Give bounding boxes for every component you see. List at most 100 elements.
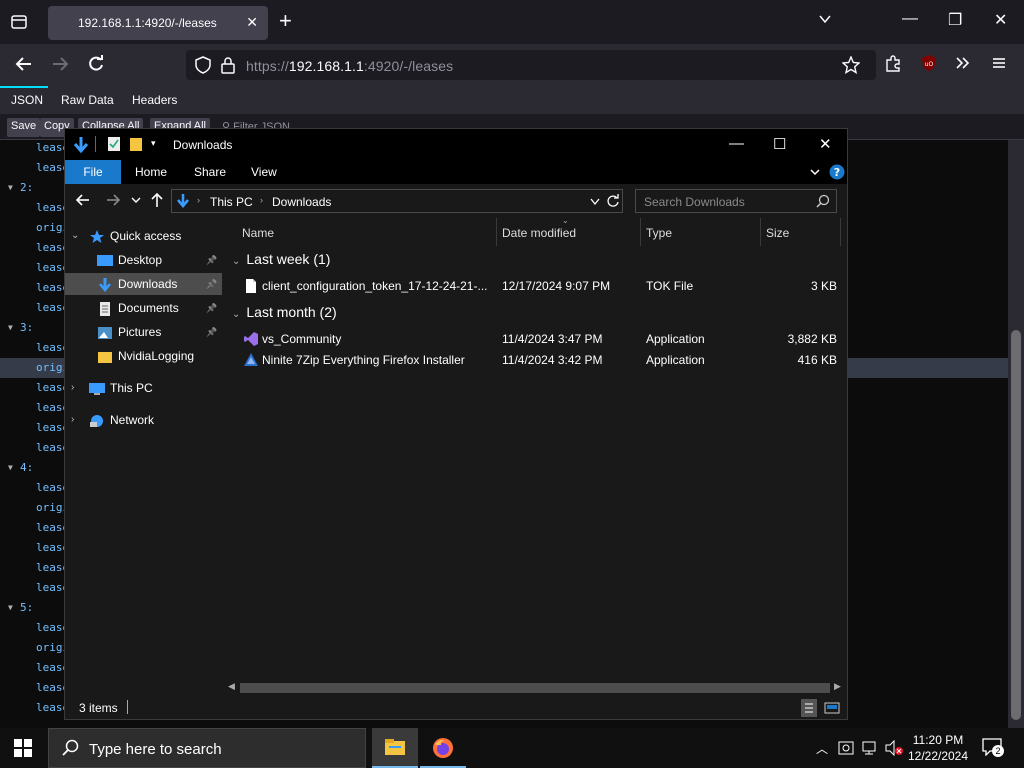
expand-toggle-icon[interactable]: ▼ xyxy=(8,598,13,618)
browser-tab[interactable]: 192.168.1.1:4920/-/leases ✕ xyxy=(48,6,268,40)
column-size[interactable]: Size xyxy=(766,226,789,240)
recent-locations-icon[interactable] xyxy=(131,195,141,205)
pictures-icon xyxy=(97,325,113,339)
close-button[interactable]: ✕ xyxy=(819,135,832,153)
address-dropdown-icon[interactable] xyxy=(590,198,600,206)
column-name[interactable]: Name xyxy=(242,226,274,240)
new-folder-icon[interactable] xyxy=(129,136,143,152)
maximize-button[interactable]: ☐ xyxy=(773,135,786,153)
tab-headers[interactable]: Headers xyxy=(132,93,177,107)
file-row[interactable]: vs_Community 11/4/2024 3:47 PM Application… xyxy=(232,329,837,349)
more-tools-button[interactable] xyxy=(952,54,974,76)
taskbar-search-box[interactable]: Type here to search xyxy=(48,728,366,768)
scrollbar-thumb[interactable] xyxy=(240,683,830,693)
nav-item-documents[interactable]: Documents 📌 xyxy=(65,297,222,319)
menu-button[interactable] xyxy=(988,54,1010,76)
column-divider[interactable] xyxy=(496,218,497,246)
back-arrow-icon[interactable] xyxy=(75,192,91,208)
expand-toggle-icon[interactable]: ▼ xyxy=(8,178,13,198)
forward-button[interactable] xyxy=(48,54,72,76)
search-downloads-input[interactable]: Search Downloads xyxy=(635,189,837,213)
file-row[interactable]: client_configuration_token_17-12-24-21-.… xyxy=(232,276,837,296)
url-bar[interactable]: https://192.168.1.1:4920/-/leases xyxy=(186,50,876,80)
chevron-down-icon[interactable]: ⌄ xyxy=(232,309,240,320)
notification-center-button[interactable]: 2 xyxy=(982,738,1006,758)
tab-json[interactable]: JSON xyxy=(11,93,43,107)
show-hidden-icons-chevron-icon[interactable]: ︿ xyxy=(816,740,828,757)
scroll-right-icon[interactable]: ▶ xyxy=(834,681,841,692)
nav-item-label: Downloads xyxy=(118,277,178,291)
large-icons-view-icon xyxy=(824,702,840,714)
reload-button[interactable] xyxy=(84,54,108,76)
column-divider[interactable] xyxy=(760,218,761,246)
help-icon[interactable]: ? xyxy=(829,164,845,180)
nav-item-network[interactable]: › Network xyxy=(65,409,222,431)
extensions-button[interactable] xyxy=(882,54,904,76)
nav-item-this-pc[interactable]: › This PC xyxy=(65,377,222,399)
list-all-tabs-button[interactable] xyxy=(818,12,832,29)
column-divider[interactable] xyxy=(840,218,841,246)
address-bar[interactable]: › This PC › Downloads xyxy=(171,189,623,213)
chevron-right-icon[interactable]: › xyxy=(71,409,74,431)
expand-ribbon-icon[interactable] xyxy=(809,166,821,178)
back-button[interactable] xyxy=(12,54,36,76)
start-button[interactable] xyxy=(14,739,32,760)
shield-icon[interactable] xyxy=(194,56,212,74)
nav-item-quick-access[interactable]: ⌄ Quick access xyxy=(65,225,222,247)
breadcrumb-chevron-icon[interactable]: › xyxy=(197,195,200,205)
breadcrumb-chevron-icon[interactable]: › xyxy=(260,195,263,205)
ribbon-tab-view[interactable]: View xyxy=(251,165,277,179)
computer-icon xyxy=(89,381,105,395)
minimize-button[interactable]: — xyxy=(729,135,744,152)
taskbar-clock[interactable]: 11:20 PM 12/22/2024 xyxy=(906,732,970,764)
expand-toggle-icon[interactable]: ▼ xyxy=(8,318,13,338)
nav-item-desktop[interactable]: Desktop 📌 xyxy=(65,249,222,271)
group-header[interactable]: ⌄ Last month (2) xyxy=(232,304,337,320)
breadcrumb-this-pc[interactable]: This PC xyxy=(210,195,253,209)
lock-icon[interactable] xyxy=(220,56,236,74)
properties-icon[interactable] xyxy=(107,136,121,152)
taskbar-file-explorer[interactable] xyxy=(372,728,418,768)
ribbon-tab-share[interactable]: Share xyxy=(194,165,226,179)
ribbon-tab-home[interactable]: Home xyxy=(135,165,167,179)
nav-item-pictures[interactable]: Pictures 📌 xyxy=(65,321,222,343)
chevron-down-icon xyxy=(819,15,831,24)
file-row[interactable]: Ninite 7Zip Everything Firefox Installer… xyxy=(232,350,837,370)
system-tray-app-icon[interactable] xyxy=(838,740,856,756)
save-button[interactable]: Save xyxy=(7,118,41,137)
expand-toggle-icon[interactable]: ▼ xyxy=(8,458,13,478)
star-icon[interactable] xyxy=(842,56,860,74)
firefox-view-button[interactable] xyxy=(8,12,30,32)
forward-arrow-icon[interactable] xyxy=(105,192,121,208)
group-header[interactable]: ⌄ Last week (1) xyxy=(232,251,330,267)
up-arrow-icon[interactable] xyxy=(149,192,165,208)
nav-item-nvidialogging[interactable]: NvidiaLogging xyxy=(65,345,222,367)
tab-raw-data[interactable]: Raw Data xyxy=(61,93,114,107)
json-scrollbar[interactable] xyxy=(1008,140,1024,728)
nav-item-downloads[interactable]: Downloads 📌 xyxy=(65,273,222,295)
chevron-down-icon[interactable]: ⌄ xyxy=(232,256,240,267)
column-type[interactable]: Type xyxy=(646,226,672,240)
restore-button[interactable]: ❐ xyxy=(948,10,962,30)
close-window-button[interactable]: ✕ xyxy=(994,10,1007,30)
large-icons-view-button[interactable] xyxy=(823,699,841,717)
details-view-button[interactable] xyxy=(801,699,817,717)
ribbon-tab-file[interactable]: File xyxy=(65,160,121,184)
new-tab-button[interactable]: + xyxy=(279,10,292,32)
taskbar-firefox[interactable] xyxy=(420,728,466,768)
refresh-icon[interactable] xyxy=(606,194,620,208)
network-icon[interactable] xyxy=(862,740,880,756)
column-date-modified[interactable]: Date modified xyxy=(502,226,576,240)
column-divider[interactable] xyxy=(640,218,641,246)
quick-access-toolbar-dropdown-icon[interactable]: ▾ xyxy=(151,138,156,149)
ublock-origin-button[interactable]: uO xyxy=(918,54,940,76)
horizontal-scrollbar[interactable]: ◀ ▶ xyxy=(222,679,847,696)
breadcrumb-downloads[interactable]: Downloads xyxy=(272,195,331,209)
chevron-down-icon[interactable]: ⌄ xyxy=(71,225,79,247)
volume-muted-icon[interactable] xyxy=(884,740,904,756)
scrollbar-thumb[interactable] xyxy=(1011,330,1021,720)
chevron-right-icon[interactable]: › xyxy=(71,377,74,399)
tab-close-icon[interactable]: ✕ xyxy=(246,14,258,31)
minimize-button[interactable]: — xyxy=(902,10,918,28)
scroll-left-icon[interactable]: ◀ xyxy=(228,681,235,692)
